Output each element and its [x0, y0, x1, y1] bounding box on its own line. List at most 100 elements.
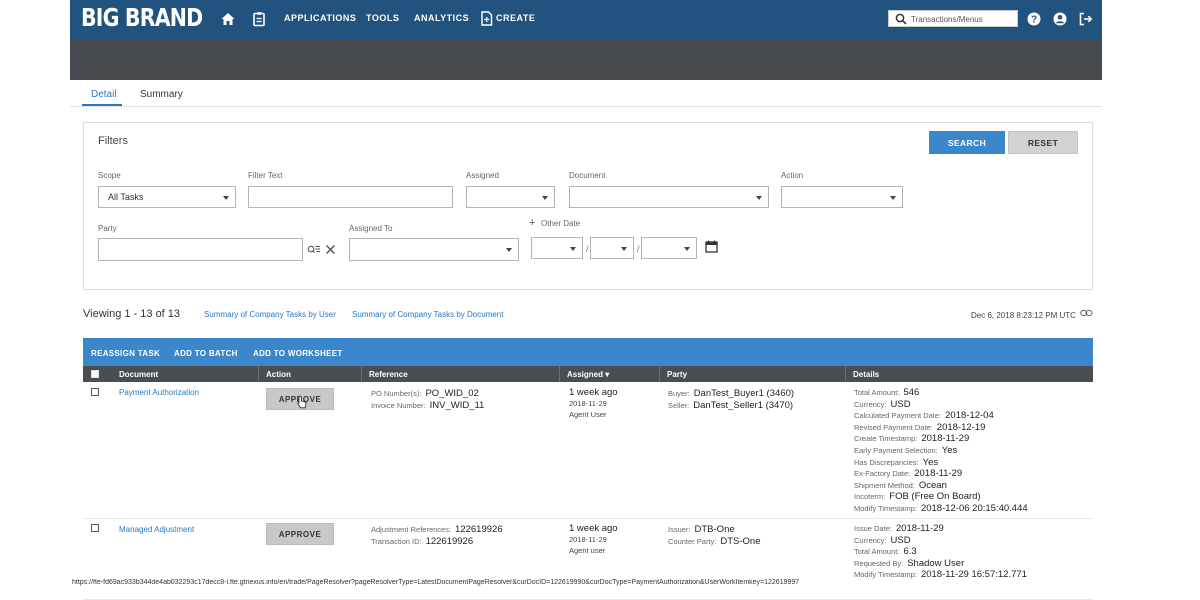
- filters-panel: Filters SEARCH RESET Scope All Tasks Fil…: [83, 122, 1093, 290]
- tab-detail[interactable]: Detail: [91, 89, 117, 100]
- detail-line: Calculated Payment Date: 2018-12-04: [854, 410, 994, 422]
- column-divider: [559, 366, 560, 382]
- global-search[interactable]: [888, 10, 1018, 27]
- party-line: Buyer: DanTest_Buyer1 (3460): [668, 388, 795, 399]
- brand-logo[interactable]: BIG BRAND: [81, 3, 203, 32]
- clipboard-icon[interactable]: [251, 11, 267, 27]
- detail-line: Ex-Factory Date: 2018-11-29: [854, 468, 963, 480]
- assigned-user: Agent user: [569, 546, 606, 555]
- column-details[interactable]: Details: [853, 370, 879, 379]
- row-checkbox[interactable]: [91, 524, 99, 532]
- document-link[interactable]: Managed Adjustment: [119, 525, 194, 534]
- date-from-select[interactable]: [590, 237, 634, 259]
- detail-line: Early Payment Selection: Yes: [854, 445, 958, 456]
- search-button[interactable]: SEARCH: [929, 131, 1005, 154]
- batch-actions-bar: REASSIGN TASK ADD TO BATCH ADD TO WORKSH…: [83, 338, 1093, 366]
- help-icon[interactable]: ?: [1026, 11, 1042, 27]
- detail-line: Has Discrepancies: Yes: [854, 456, 939, 468]
- approve-button[interactable]: APPROVE: [266, 523, 334, 545]
- assigned-select[interactable]: [466, 186, 555, 208]
- nav-applications[interactable]: APPLICATIONS: [284, 13, 356, 23]
- other-date-label: Other Date: [541, 219, 581, 228]
- assigned-age: 1 week ago: [569, 523, 618, 534]
- chevron-down-icon: [890, 196, 896, 200]
- column-document[interactable]: Document: [119, 370, 158, 379]
- column-assigned[interactable]: Assigned ▾: [567, 370, 609, 379]
- active-tab-indicator: [82, 104, 122, 106]
- tab-summary[interactable]: Summary: [140, 89, 183, 100]
- detail-line: Shipment Method: Ocean: [854, 479, 947, 491]
- assigned-to-select[interactable]: [349, 238, 519, 261]
- svg-text:?: ?: [1031, 15, 1037, 26]
- refresh-timestamp: Dec 6, 2018 8:23:12 PM UTC: [971, 311, 1076, 320]
- document-link[interactable]: Payment Authorization: [119, 388, 199, 397]
- detail-line: Total Amount: 6.3: [854, 546, 917, 558]
- add-to-worksheet-button[interactable]: ADD TO WORKSHEET: [253, 349, 343, 358]
- column-divider: [659, 366, 660, 382]
- document-label: Document: [569, 171, 606, 180]
- select-all-checkbox[interactable]: [91, 370, 99, 378]
- detail-line: Create Timestamp: 2018-11-29: [854, 433, 970, 445]
- tasks-table-header: Document Action Reference Assigned ▾ Par…: [83, 366, 1093, 382]
- top-nav: BIG BRAND APPLICATIONS TOOLS ANALYTICS C…: [70, 0, 1102, 39]
- detail-line: Currency: USD: [854, 534, 911, 546]
- home-icon[interactable]: [220, 11, 236, 27]
- detail-line: Modify Timestamp: 2018-12-06 20:15:40.444: [854, 503, 1028, 514]
- date-type-select[interactable]: [531, 237, 583, 259]
- summary-by-document-link[interactable]: Summary of Company Tasks by Document: [352, 310, 503, 319]
- detail-line: Total Amount: 546: [854, 387, 920, 398]
- row-checkbox[interactable]: [91, 388, 99, 396]
- party-input[interactable]: [98, 238, 303, 261]
- column-divider: [361, 366, 362, 382]
- permalink-icon[interactable]: [1080, 309, 1093, 318]
- new-document-icon[interactable]: [480, 11, 493, 26]
- status-bar-url: https://fte-fd69ac933b344de4ab032293c17d…: [70, 579, 930, 589]
- app-window: BIG BRAND APPLICATIONS TOOLS ANALYTICS C…: [70, 0, 1102, 600]
- assigned-label: Assigned: [466, 171, 499, 180]
- chevron-down-icon: [542, 196, 548, 200]
- action-label: Action: [781, 171, 804, 180]
- detail-line: Incoterm: FOB (Free On Board): [854, 491, 981, 503]
- filter-text-label: Filter Text: [248, 171, 283, 180]
- add-date-icon[interactable]: +: [529, 217, 535, 229]
- search-input[interactable]: [911, 13, 1011, 25]
- table-row: Payment Authorization APPROVE PO Number(…: [83, 382, 1093, 519]
- assigned-to-label: Assigned To: [349, 224, 393, 233]
- column-reference[interactable]: Reference: [369, 370, 408, 379]
- assigned-date: 2018-11-29: [569, 535, 607, 544]
- reassign-task-button[interactable]: REASSIGN TASK: [91, 349, 160, 358]
- search-icon: [895, 13, 907, 25]
- reference-line: Adjustment References: 122619926: [371, 524, 503, 535]
- user-account-icon[interactable]: [1052, 11, 1068, 27]
- party-lookup-icon[interactable]: [307, 244, 321, 255]
- scope-select[interactable]: All Tasks: [98, 186, 236, 208]
- nav-create[interactable]: CREATE: [496, 13, 535, 23]
- nav-analytics[interactable]: ANALYTICS: [414, 13, 469, 23]
- reset-button[interactable]: RESET: [1008, 131, 1078, 154]
- clear-icon[interactable]: [325, 244, 336, 255]
- summary-by-user-link[interactable]: Summary of Company Tasks by User: [204, 310, 336, 319]
- filters-title: Filters: [98, 135, 128, 147]
- assigned-age: 1 week ago: [569, 387, 618, 398]
- chevron-down-icon: [570, 247, 576, 251]
- column-action[interactable]: Action: [266, 370, 291, 379]
- date-separator: /: [637, 244, 640, 254]
- filter-text-input[interactable]: [248, 186, 453, 208]
- scope-label: Scope: [98, 171, 121, 180]
- logout-icon[interactable]: [1078, 11, 1094, 27]
- detail-line: Issue Date: 2018-11-29: [854, 523, 944, 534]
- calendar-icon[interactable]: [705, 240, 718, 253]
- party-line: Issuer: DTB-One: [668, 524, 735, 535]
- nav-tools[interactable]: TOOLS: [366, 13, 399, 23]
- chevron-down-icon: [223, 196, 229, 200]
- date-to-select[interactable]: [641, 237, 697, 259]
- column-party[interactable]: Party: [667, 370, 687, 379]
- detail-line: Currency: USD: [854, 398, 911, 410]
- party-label: Party: [98, 224, 117, 233]
- document-select[interactable]: [569, 186, 769, 208]
- reference-line: PO Number(s): PO_WID_02: [371, 388, 479, 399]
- add-to-batch-button[interactable]: ADD TO BATCH: [174, 349, 238, 358]
- column-divider: [845, 366, 846, 382]
- detail-line: Revised Payment Date: 2018-12-19: [854, 421, 986, 433]
- action-select[interactable]: [781, 186, 903, 208]
